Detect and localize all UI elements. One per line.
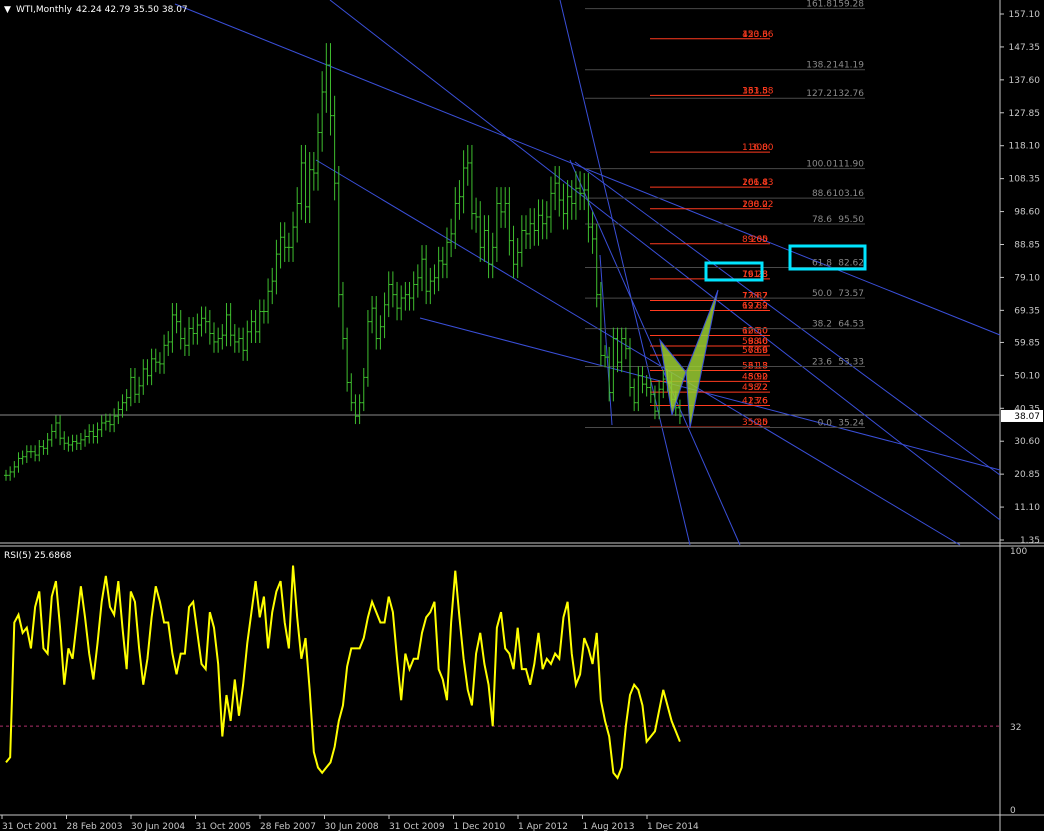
fib-secondary-level: 127.2 <box>806 89 832 99</box>
fib-primary-price: 133.58 <box>742 86 774 96</box>
fib-primary-price: 100.02 <box>742 200 774 210</box>
pattern-triangle-xab <box>659 338 687 416</box>
fib-primary-price: 72.87 <box>742 291 768 301</box>
fib-secondary-level: 88.6 <box>812 189 832 199</box>
fib-primary-price: 62.50 <box>742 326 768 336</box>
date-tick-label: 30 Jun 2008 <box>325 822 379 831</box>
fib-primary-price: 116.80 <box>742 143 774 153</box>
fib-primary-price: 45.72 <box>742 383 768 393</box>
price-tick-label: 1.35 <box>1020 536 1040 546</box>
fib-primary-price: 150.36 <box>742 30 774 40</box>
trendlines <box>174 0 1001 546</box>
fib-secondary-level: 50.0 <box>812 289 832 299</box>
price-tick-label: 118.10 <box>1009 142 1041 152</box>
fib-secondary-price: 73.57 <box>838 289 864 299</box>
rsi-tick-label: 32 <box>1010 723 1021 733</box>
symbol-label: WTI,Monthly <box>16 5 73 15</box>
price-tick-label: 59.85 <box>1014 338 1040 348</box>
fib-primary-price: 89.65 <box>742 235 768 245</box>
date-axis: 31 Oct 2001 28 Feb 2003 30 Jun 2004 31 Oct … <box>1 815 699 831</box>
rsi-title: RSI(5) 25.6868 <box>4 551 72 561</box>
fib-secondary-price: 103.16 <box>833 189 865 199</box>
price-tick-label: 147.35 <box>1009 43 1041 53</box>
price-tick-label: 137.60 <box>1009 76 1041 86</box>
ohlc-readout: 42.24 42.79 35.50 38.07 <box>76 5 188 15</box>
fib-primary-price: 35.35 <box>742 418 768 428</box>
date-tick-label: 1 Dec 2014 <box>647 822 699 831</box>
chart-window[interactable]: 423.6 150.36 361.8 133.58 300 116.80 261.8 106.… <box>0 0 1044 831</box>
fib-secondary-price: 111.90 <box>833 160 865 170</box>
fib-secondary-level: 138.2 <box>806 61 832 71</box>
price-tick-label: 98.60 <box>1014 208 1040 218</box>
trendline-7 <box>599 254 613 426</box>
fib-secondary-level: 23.6 <box>812 357 832 367</box>
trendline-0 <box>174 3 1001 336</box>
rsi-tick-label: 0 <box>1010 806 1016 816</box>
rsi-panel: 100 32 0 <box>0 547 1027 816</box>
price-axis: 157.10 147.35 137.60 127.85 118.10 108.35 98.6… <box>1000 10 1043 546</box>
fib-primary-price: 56.69 <box>742 346 768 356</box>
price-tick-label: 79.10 <box>1014 273 1040 283</box>
fib-primary-price: 48.92 <box>742 372 768 382</box>
date-tick-label: 30 Jun 2004 <box>131 822 185 831</box>
date-tick-label: 28 Feb 2007 <box>260 822 316 831</box>
fib-secondary-level: 100.0 <box>806 160 832 170</box>
fib-secondary-level: 161.8 <box>806 0 832 10</box>
rsi-tick-label: 100 <box>1010 547 1027 557</box>
fib-primary-price: 106.43 <box>742 178 774 188</box>
fib-secondary-price: 132.76 <box>833 89 865 99</box>
trendline-5 <box>574 161 1001 476</box>
fibonacci-levels: 423.6150.36361.8133.58300116.80261.8106.… <box>585 0 865 429</box>
price-tick-label: 30.60 <box>1014 437 1040 447</box>
fib-secondary-level: 78.6 <box>812 215 832 225</box>
date-tick-label: 1 Dec 2010 <box>454 822 506 831</box>
trendline-2 <box>419 317 1001 471</box>
fib-secondary-price: 64.53 <box>838 320 864 330</box>
date-tick-label: 28 Feb 2003 <box>67 822 123 831</box>
price-tick-label: 127.85 <box>1009 109 1041 119</box>
price-tick-label: 108.35 <box>1009 175 1041 185</box>
trendline-4 <box>569 159 741 546</box>
price-tick-label: 157.10 <box>1009 10 1041 20</box>
date-tick-label: 31 Oct 2009 <box>389 822 445 831</box>
price-tick-label: 69.35 <box>1014 306 1040 316</box>
fib-secondary-price: 53.33 <box>838 357 864 367</box>
price-tick-label: 11.10 <box>1014 503 1040 513</box>
fib-secondary-price: 141.19 <box>833 61 865 71</box>
date-tick-label: 1 Apr 2012 <box>518 822 568 831</box>
price-chart-canvas[interactable]: 423.6150.36361.8133.58300116.80261.8106.… <box>0 0 1044 831</box>
price-tick-label: 20.85 <box>1014 470 1040 480</box>
fib-secondary-price: 95.50 <box>838 215 864 225</box>
dropdown-arrow-icon[interactable]: ▼ <box>4 5 11 15</box>
price-tick-label: 50.10 <box>1014 371 1040 381</box>
fib-primary-price: 69.89 <box>742 302 768 312</box>
fib-primary-price: 79.28 <box>742 270 768 280</box>
fib-secondary-price: 82.62 <box>838 259 864 269</box>
date-tick-label: 31 Oct 2001 <box>2 822 58 831</box>
chart-header: ▼ WTI,Monthly 42.24 42.79 35.50 38.07 RS… <box>4 5 188 561</box>
fib-primary-price: 41.76 <box>742 397 768 407</box>
fib-secondary-level: 0.0 <box>818 419 833 429</box>
current-price-label: 38.07 <box>1014 412 1040 422</box>
trendline-3 <box>559 0 691 546</box>
fib-secondary-price: 159.28 <box>833 0 865 10</box>
fib-secondary-price: 35.24 <box>838 419 864 429</box>
rsi-line <box>5 565 681 780</box>
fib-secondary-level: 61.8 <box>812 259 832 269</box>
date-tick-label: 1 Aug 2013 <box>583 822 635 831</box>
date-tick-label: 31 Oct 2005 <box>196 822 252 831</box>
price-tick-label: 88.85 <box>1014 240 1040 250</box>
fib-secondary-level: 38.2 <box>812 320 832 330</box>
panel-frames <box>0 0 1044 831</box>
